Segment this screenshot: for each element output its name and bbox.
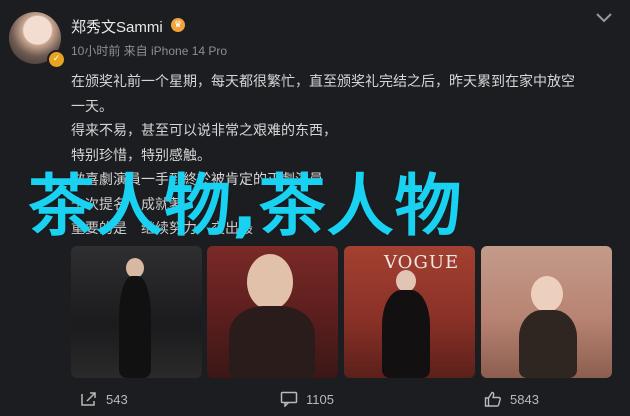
vip-crown-icon: ♛	[171, 18, 185, 32]
like-button[interactable]: 5843	[484, 390, 539, 410]
share-count: 543	[106, 392, 128, 407]
username[interactable]: 郑秀文Sammi	[71, 16, 163, 37]
post-meta: 10小时前 来自 iPhone 14 Pro	[71, 44, 228, 58]
verified-badge-icon: ✓	[47, 50, 66, 69]
weibo-post: ✓ 郑秀文Sammi ♛ 10小时前 来自 iPhone 14 Pro 在颁奖礼…	[0, 0, 630, 416]
like-count: 5843	[510, 392, 539, 407]
post-line: 一天。	[71, 98, 113, 115]
comment-icon	[280, 391, 298, 407]
comment-button[interactable]: 1105	[280, 390, 334, 410]
share-button[interactable]: 543	[80, 390, 128, 410]
chevron-down-icon[interactable]	[592, 8, 616, 28]
post-line: 得来不易，甚至可以说非常之艰难的东西，	[71, 123, 337, 139]
post-line: 在颁奖礼前一个星期，每天都很繁忙，直至颁奖礼完结之后，昨天累到在家中放空	[71, 74, 575, 90]
thumbs-up-icon	[484, 391, 501, 407]
post-photo[interactable]	[481, 246, 612, 378]
watermark-text: 茶人物,茶人物	[28, 167, 463, 245]
post-line: 特别珍惜，特别感触。	[71, 147, 211, 164]
share-icon	[81, 392, 96, 406]
post-photo[interactable]	[71, 246, 202, 378]
post-photo[interactable]: VOGUE	[344, 246, 475, 378]
photo-sign-text: VOGUE	[384, 252, 460, 273]
post-photo[interactable]	[207, 246, 338, 378]
comment-count: 1105	[306, 392, 334, 407]
